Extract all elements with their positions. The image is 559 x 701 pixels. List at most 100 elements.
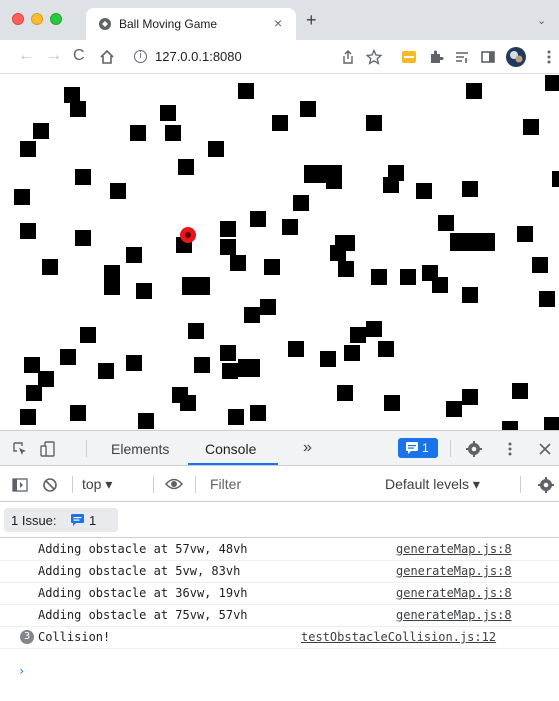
- game-viewport: [0, 75, 559, 430]
- devtools-tab-bar: Elements Console » 1: [0, 431, 559, 466]
- globe-icon: [99, 18, 111, 30]
- close-devtools-icon[interactable]: [538, 442, 552, 456]
- browser-toolbar: ← → C i 127.0.0.1:8080: [0, 40, 559, 74]
- more-tabs-button[interactable]: »: [303, 439, 312, 457]
- star-icon[interactable]: [366, 49, 382, 65]
- obstacle: [228, 409, 244, 425]
- live-expression-eye-icon[interactable]: [165, 477, 183, 491]
- repeat-count-badge: 3: [20, 630, 34, 644]
- filter-input[interactable]: [210, 473, 370, 495]
- tab-elements[interactable]: Elements: [111, 441, 169, 457]
- obstacle: [178, 159, 194, 175]
- obstacle: [544, 417, 559, 430]
- back-button[interactable]: ←: [18, 47, 34, 65]
- message-text: Adding obstacle at 75vw, 57vh: [38, 608, 248, 622]
- profile-avatar[interactable]: [506, 47, 526, 67]
- forward-button[interactable]: →: [46, 47, 62, 65]
- obstacle: [371, 269, 387, 285]
- new-tab-button[interactable]: +: [306, 11, 317, 29]
- console-prompt[interactable]: ›: [18, 664, 25, 678]
- obstacle: [466, 83, 482, 99]
- active-tab-indicator: [188, 463, 278, 465]
- obstacle: [244, 307, 260, 323]
- obstacle: [208, 141, 224, 157]
- share-icon[interactable]: [340, 49, 356, 65]
- issues-label: 1 Issue:: [11, 513, 57, 528]
- obstacle: [432, 277, 448, 293]
- sidebar-icon[interactable]: [480, 49, 496, 65]
- obstacle: [272, 115, 288, 131]
- obstacle: [165, 125, 181, 141]
- obstacle: [260, 299, 276, 315]
- separator: [520, 476, 521, 493]
- obstacle: [338, 261, 354, 277]
- tab-search-icon[interactable]: ⌄: [537, 14, 546, 27]
- context-selector[interactable]: top ▾: [82, 476, 112, 493]
- tab-close-icon[interactable]: ×: [274, 15, 282, 31]
- obstacle: [160, 105, 176, 121]
- message-icon: [406, 442, 418, 454]
- reload-button[interactable]: C: [73, 47, 85, 65]
- obstacle: [250, 211, 266, 227]
- obstacle: [104, 279, 120, 295]
- obstacle: [532, 257, 548, 273]
- obstacle: [138, 413, 154, 429]
- obstacle: [320, 351, 336, 367]
- maximize-window-button[interactable]: [50, 13, 62, 25]
- console-message: Adding obstacle at 57vw, 48vh generateMa…: [0, 539, 559, 561]
- reading-list-icon[interactable]: [454, 49, 470, 65]
- obstacle: [126, 247, 142, 263]
- console-message: Adding obstacle at 5vw, 83vh generateMap…: [0, 561, 559, 583]
- obstacle: [366, 321, 382, 337]
- message-source-link[interactable]: testObstacleCollision.js:12: [301, 630, 496, 644]
- log-levels-dropdown[interactable]: Default levels ▾: [385, 476, 480, 493]
- issues-count: 1: [422, 441, 429, 455]
- issues-bar: 1 Issue: 1: [0, 503, 559, 538]
- browser-tab[interactable]: Ball Moving Game ×: [86, 8, 296, 40]
- message-source-link[interactable]: generateMap.js:8: [396, 586, 512, 600]
- obstacle: [110, 183, 126, 199]
- obstacle: [282, 219, 298, 235]
- sidebar-toggle-icon[interactable]: [12, 477, 28, 493]
- obstacle: [220, 239, 236, 255]
- obstacle: [42, 259, 58, 275]
- issues-badge-count: 1: [89, 513, 97, 528]
- ball-center-dot: [185, 232, 191, 238]
- obstacle: [238, 83, 254, 99]
- obstacle: [20, 141, 36, 157]
- device-toolbar-icon[interactable]: [39, 440, 57, 458]
- minimize-window-button[interactable]: [31, 13, 43, 25]
- obstacle: [288, 341, 304, 357]
- site-info-icon[interactable]: i: [134, 50, 147, 63]
- obstacle: [326, 173, 342, 189]
- obstacle: [70, 101, 86, 117]
- clear-console-icon[interactable]: [42, 477, 58, 493]
- console-message: 3 Collision! testObstacleCollision.js:12: [0, 627, 559, 649]
- more-icon[interactable]: [541, 49, 557, 65]
- close-window-button[interactable]: [12, 13, 24, 25]
- separator: [450, 440, 451, 457]
- obstacle: [126, 355, 142, 371]
- devtools-panel: Elements Console » 1 top ▾ Filter Defaul…: [0, 430, 559, 701]
- home-icon[interactable]: [99, 49, 115, 65]
- obstacle: [400, 269, 416, 285]
- message-source-link[interactable]: generateMap.js:8: [396, 564, 512, 578]
- issues-counter-button[interactable]: 1: [398, 438, 438, 458]
- more-options-icon[interactable]: [505, 441, 515, 457]
- obstacle: [130, 125, 146, 141]
- puzzle-icon[interactable]: [428, 49, 444, 65]
- console-message: Adding obstacle at 36vw, 19vh generateMa…: [0, 583, 559, 605]
- message-source-link[interactable]: generateMap.js:8: [396, 542, 512, 556]
- tab-console[interactable]: Console: [205, 441, 256, 457]
- obstacle: [20, 223, 36, 239]
- message-source-link[interactable]: generateMap.js:8: [396, 608, 512, 622]
- url-text[interactable]: 127.0.0.1:8080: [155, 49, 242, 64]
- issues-button[interactable]: 1 Issue: 1: [4, 508, 118, 532]
- obstacle: [462, 181, 478, 197]
- obstacle: [264, 259, 280, 275]
- obstacle: [194, 357, 210, 373]
- console-settings-gear-icon[interactable]: [537, 476, 555, 494]
- extension-icon[interactable]: [401, 49, 417, 65]
- inspect-element-icon[interactable]: [12, 441, 28, 457]
- settings-gear-icon[interactable]: [465, 440, 483, 458]
